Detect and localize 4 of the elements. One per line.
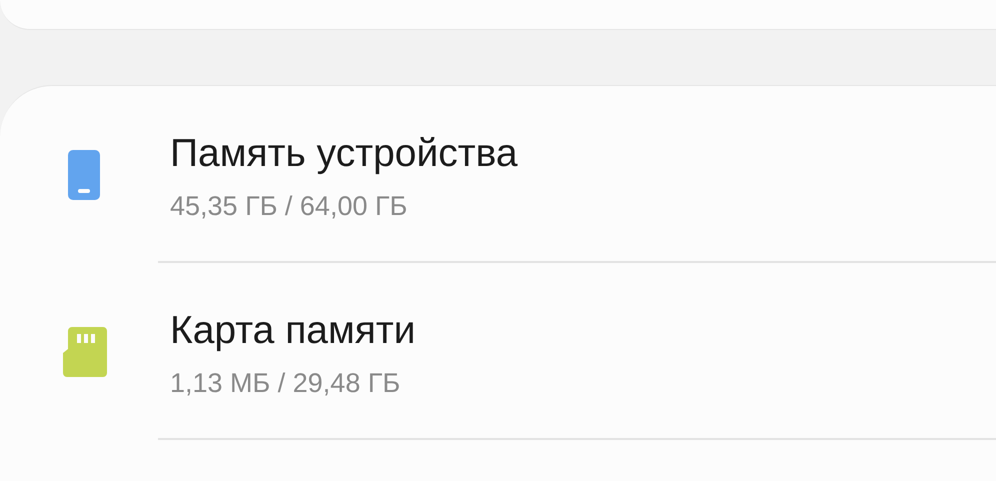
- storage-usage: 1,13 МБ / 29,48 ГБ: [170, 367, 402, 400]
- storage-usage: 45,35 ГБ / 64,00 ГБ: [170, 190, 408, 223]
- storage-title[interactable]: Память устройства: [170, 130, 996, 178]
- storage-title[interactable]: Карта памяти: [170, 307, 996, 355]
